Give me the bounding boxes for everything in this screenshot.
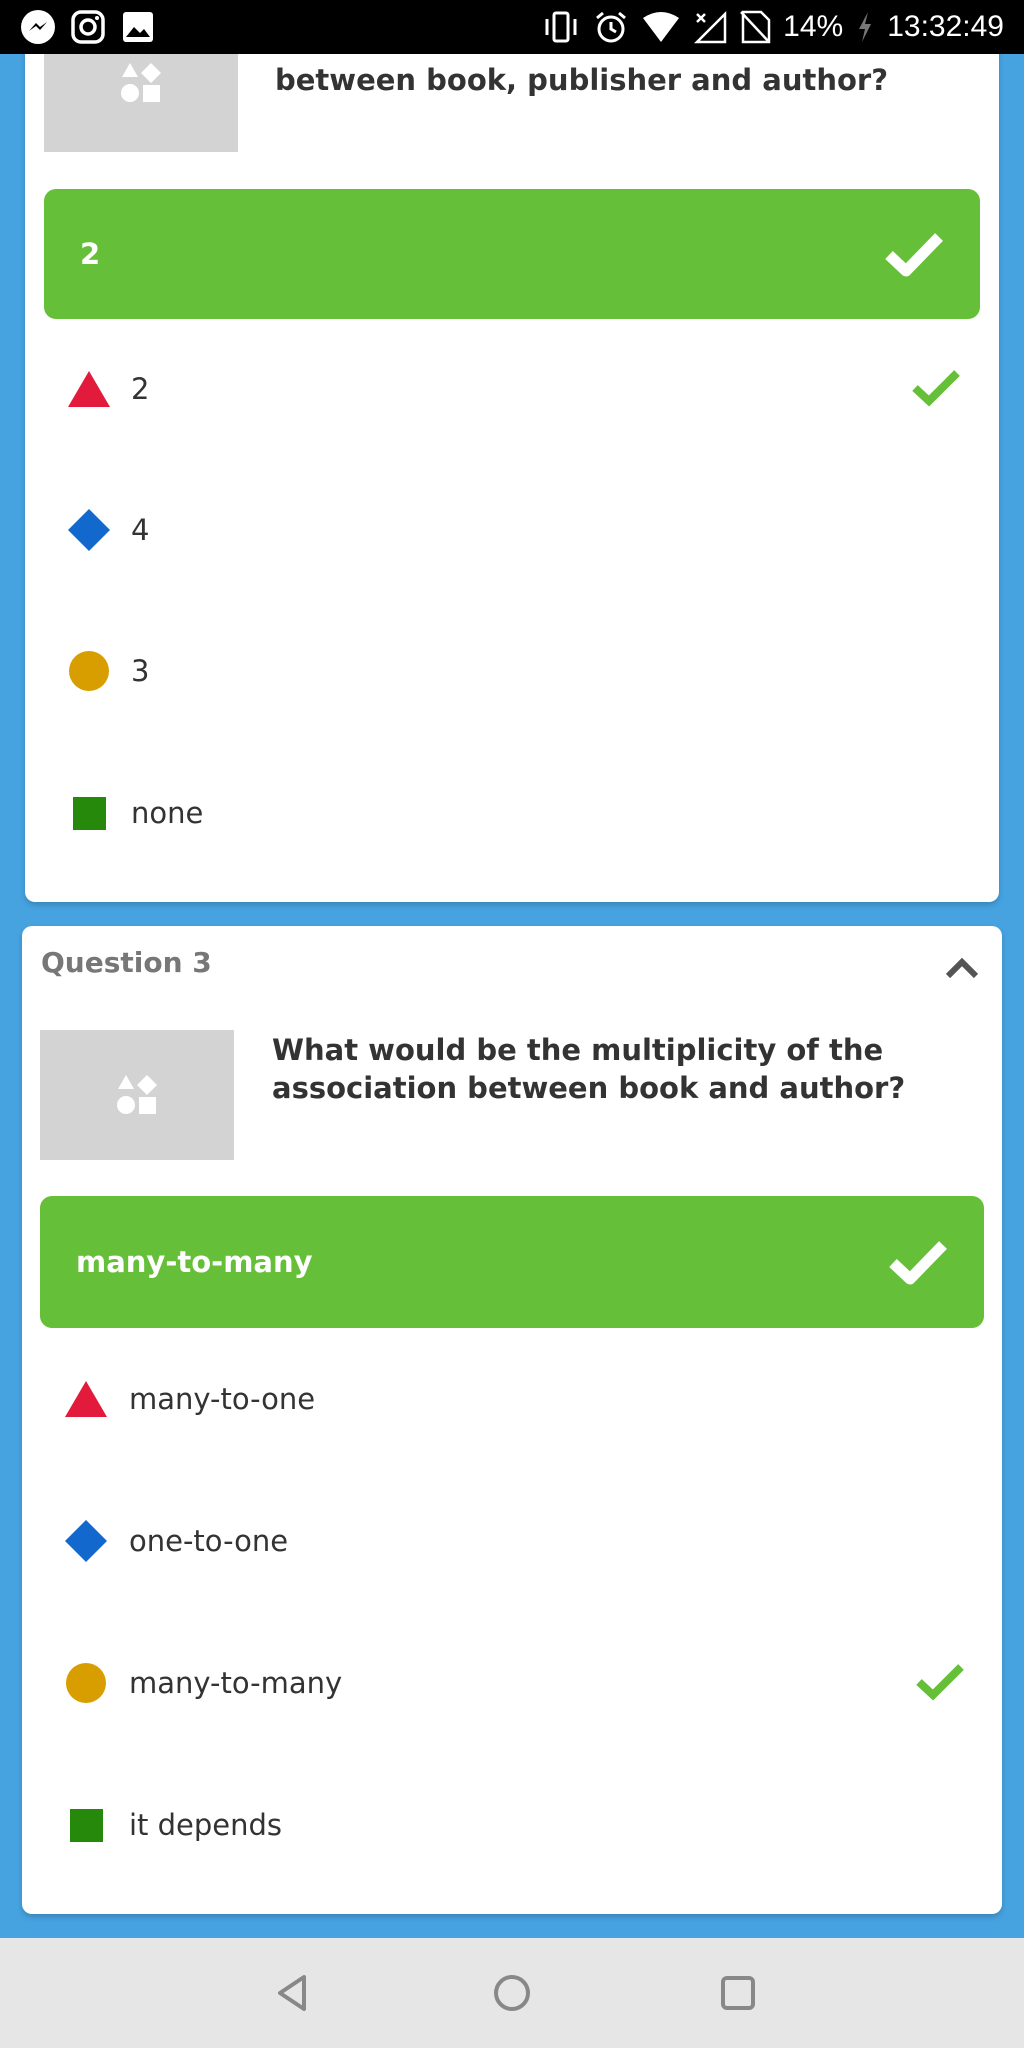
answer-option: 2: [25, 344, 999, 434]
answer-option: 3: [25, 626, 999, 716]
triangle-icon: [65, 1381, 107, 1417]
no-signal-icon: [693, 10, 727, 44]
option-label: 2: [131, 372, 150, 406]
clock: 13:32:49: [887, 10, 1004, 43]
circle-icon: [66, 1663, 106, 1703]
correct-answer-bar: many-to-many: [40, 1196, 984, 1328]
charging-icon: [855, 10, 875, 44]
answer-option: many-to-many: [22, 1638, 1002, 1728]
back-icon[interactable]: [272, 1973, 312, 2013]
question-image-placeholder: [40, 1030, 234, 1160]
wifi-icon: [641, 10, 681, 44]
answer-option: one-to-one: [22, 1496, 1002, 1586]
correct-check-icon: [912, 370, 960, 407]
question-card-2: between book, publisher and author? 2 2 …: [25, 18, 999, 902]
checkmark-icon: [889, 1241, 947, 1285]
correct-answer-label: many-to-many: [76, 1245, 313, 1279]
question-text: between book, publisher and author?: [275, 63, 889, 97]
option-label: many-to-many: [129, 1666, 343, 1700]
navigation-bar: [0, 1938, 1024, 2048]
correct-answer-label: 2: [80, 237, 101, 271]
question-text: What would be the multiplicity of the as…: [272, 1031, 982, 1107]
no-sim-icon: [739, 10, 771, 44]
diamond-icon: [65, 1520, 107, 1562]
instagram-icon: [70, 9, 106, 45]
square-icon: [70, 1809, 103, 1842]
diamond-icon: [68, 509, 110, 551]
correct-check-icon: [916, 1664, 964, 1701]
question-number-header: Question 3: [41, 946, 212, 979]
square-icon: [73, 797, 106, 830]
circle-icon: [69, 651, 109, 691]
battery-percent: 14%: [783, 10, 844, 43]
status-bar: 14% 13:32:49: [0, 0, 1024, 54]
gallery-icon: [120, 9, 156, 45]
triangle-icon: [68, 371, 110, 407]
option-label: many-to-one: [129, 1382, 316, 1416]
home-icon[interactable]: [492, 1973, 532, 2013]
chevron-up-icon[interactable]: [944, 954, 980, 984]
checkmark-icon: [885, 233, 943, 277]
option-label: it depends: [129, 1808, 283, 1842]
shapes-placeholder-icon: [121, 63, 161, 102]
shapes-placeholder-icon: [117, 1075, 157, 1114]
answer-option: 4: [25, 485, 999, 575]
option-label: none: [131, 796, 204, 830]
option-label: 4: [131, 513, 150, 547]
question-text-line: What would be the multiplicity of the: [272, 1033, 884, 1067]
answer-option: none: [25, 768, 999, 858]
vibrate-icon: [541, 10, 581, 44]
alarm-icon: [593, 9, 629, 45]
option-label: one-to-one: [129, 1524, 289, 1558]
messenger-icon: [20, 9, 56, 45]
answer-option: it depends: [22, 1780, 1002, 1870]
recents-icon[interactable]: [718, 1973, 758, 2013]
question-text-line: association between book and author?: [272, 1071, 906, 1105]
question-card-3: Question 3 What would be the multiplicit…: [22, 926, 1002, 1914]
correct-answer-bar: 2: [44, 189, 980, 319]
option-label: 3: [131, 654, 150, 688]
answer-option: many-to-one: [22, 1354, 1002, 1444]
